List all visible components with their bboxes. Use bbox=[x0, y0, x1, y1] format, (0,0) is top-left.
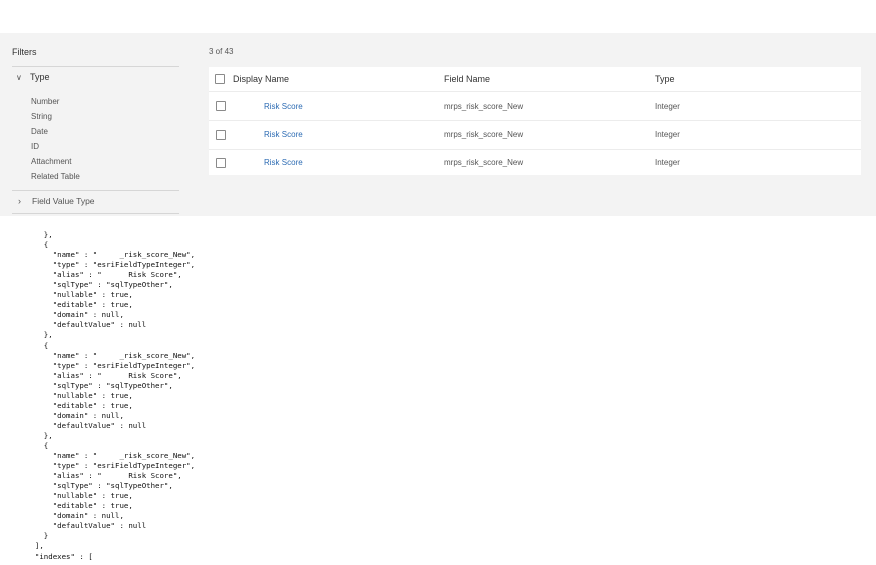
code-line: "nullable" : true, bbox=[26, 491, 133, 501]
code-line: { bbox=[26, 440, 49, 450]
code-line: { bbox=[26, 240, 49, 250]
row-checkbox[interactable] bbox=[216, 130, 226, 140]
code-line: "defaultValue" : null bbox=[26, 320, 147, 330]
code-line: "sqlType" : "sqlTypeOther", bbox=[26, 481, 173, 491]
code-line: "defaultValue" : null bbox=[26, 521, 147, 531]
code-line: "indexes" : [ bbox=[26, 551, 93, 561]
code-line: "editable" : true, bbox=[26, 501, 133, 511]
type-filter-options: Number String Date ID Attachment Related… bbox=[31, 94, 80, 184]
column-header-display-name[interactable]: Display Name bbox=[233, 74, 289, 84]
field-name-cell: mrps_risk_score_New bbox=[444, 102, 524, 111]
field-name-cell: mrps_risk_score_New bbox=[444, 130, 524, 139]
row-checkbox[interactable] bbox=[216, 101, 226, 111]
code-line: "editable" : true, bbox=[26, 300, 133, 310]
divider bbox=[12, 190, 179, 191]
type-option-attachment[interactable]: Attachment bbox=[31, 154, 80, 169]
code-line: "name" : " _risk_score_New", bbox=[26, 350, 196, 360]
code-line: "alias" : " Risk Score", bbox=[26, 471, 182, 481]
code-line: "defaultValue" : null bbox=[26, 420, 147, 430]
top-blank-area bbox=[0, 0, 876, 33]
code-line: "type" : "esriFieldTypeInteger", bbox=[26, 260, 196, 270]
code-line: "nullable" : true, bbox=[26, 390, 133, 400]
code-line: }, bbox=[26, 230, 53, 239]
type-option-number[interactable]: Number bbox=[31, 94, 80, 109]
code-line: "alias" : " Risk Score", bbox=[26, 370, 182, 380]
code-line: "type" : "esriFieldTypeInteger", bbox=[26, 360, 196, 370]
code-line: "editable" : true, bbox=[26, 400, 133, 410]
fields-table: Display Name Field Name Type Risk Score … bbox=[209, 67, 861, 175]
display-name-link[interactable]: Risk Score bbox=[264, 102, 303, 111]
code-line: "domain" : null, bbox=[26, 511, 124, 521]
display-name-link[interactable]: Risk Score bbox=[264, 158, 303, 167]
field-name-cell: mrps_risk_score_New bbox=[444, 158, 524, 167]
type-option-related-table[interactable]: Related Table bbox=[31, 169, 80, 184]
type-option-date[interactable]: Date bbox=[31, 124, 80, 139]
code-line: }, bbox=[26, 430, 53, 440]
divider bbox=[12, 213, 179, 214]
column-header-type[interactable]: Type bbox=[655, 74, 675, 84]
type-cell: Integer bbox=[655, 102, 680, 111]
type-cell: Integer bbox=[655, 130, 680, 139]
type-option-string[interactable]: String bbox=[31, 109, 80, 124]
table-header: Display Name Field Name Type bbox=[209, 67, 861, 92]
type-cell: Integer bbox=[655, 158, 680, 167]
column-header-field-name[interactable]: Field Name bbox=[444, 74, 490, 84]
table-row: Risk Score mrps_risk_score_New Integer bbox=[209, 121, 861, 150]
code-line: "name" : " _risk_score_New", bbox=[26, 451, 196, 461]
type-option-id[interactable]: ID bbox=[31, 139, 80, 154]
result-count: 3 of 43 bbox=[209, 47, 234, 56]
fields-panel: Filters ∨ Type Number String Date ID Att… bbox=[0, 33, 876, 216]
filters-title: Filters bbox=[12, 47, 37, 57]
code-line: "domain" : null, bbox=[26, 410, 124, 420]
code-line: "domain" : null, bbox=[26, 310, 124, 320]
display-name-link[interactable]: Risk Score bbox=[264, 130, 303, 139]
json-code-block: }, { "name" : " _risk_score_New", "type"… bbox=[26, 230, 195, 562]
code-line: ], bbox=[26, 541, 44, 551]
type-filter-label: Type bbox=[30, 72, 50, 82]
table-row: Risk Score mrps_risk_score_New Integer bbox=[209, 92, 861, 121]
chevron-right-icon: › bbox=[18, 196, 21, 206]
field-value-type-filter-toggle[interactable]: › Field Value Type bbox=[18, 196, 95, 206]
type-filter-toggle[interactable]: ∨ Type bbox=[16, 72, 50, 82]
code-line: "name" : " _risk_score_New", bbox=[26, 250, 196, 260]
chevron-down-icon: ∨ bbox=[16, 72, 22, 82]
code-line: { bbox=[26, 340, 49, 350]
row-checkbox[interactable] bbox=[216, 158, 226, 168]
code-line: "type" : "esriFieldTypeInteger", bbox=[26, 461, 196, 471]
select-all-checkbox[interactable] bbox=[215, 74, 225, 84]
code-line: "sqlType" : "sqlTypeOther", bbox=[26, 380, 173, 390]
code-line: "sqlType" : "sqlTypeOther", bbox=[26, 280, 173, 290]
code-line: "nullable" : true, bbox=[26, 290, 133, 300]
code-line: }, bbox=[26, 330, 53, 340]
code-line: "alias" : " Risk Score", bbox=[26, 270, 182, 280]
divider bbox=[12, 66, 179, 67]
table-row: Risk Score mrps_risk_score_New Integer bbox=[209, 150, 861, 175]
code-line: } bbox=[26, 531, 49, 541]
field-value-type-label: Field Value Type bbox=[32, 196, 95, 206]
